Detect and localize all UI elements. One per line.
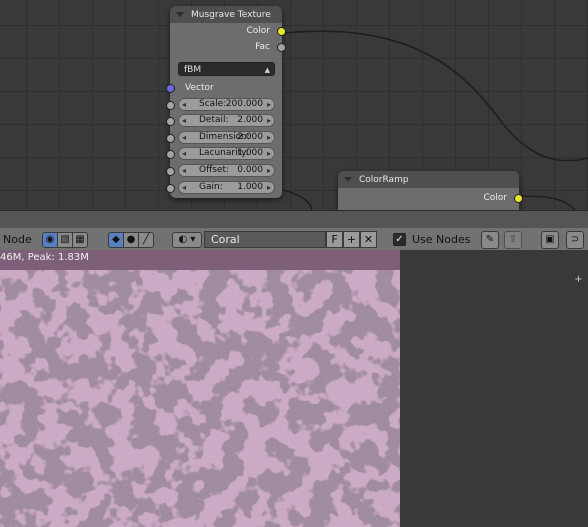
updown-arrows-icon: ▲: [264, 66, 270, 74]
texture-context-sphere-icon[interactable]: ●: [123, 231, 139, 248]
detail-label: Detail:: [199, 115, 229, 125]
dimension-field[interactable]: ◂ Dimension: 2.000 ▸: [166, 131, 275, 144]
output-color-label: Color: [246, 26, 271, 36]
increment-arrow-icon[interactable]: ▸: [267, 115, 271, 126]
node-menu[interactable]: Node: [3, 233, 32, 246]
link-ramp-out: [521, 195, 576, 210]
musgrave-type-value: fBM: [184, 65, 202, 75]
add-icon[interactable]: +: [343, 231, 360, 248]
gain-value: 1.000: [237, 182, 263, 192]
colorramp-output-color-socket[interactable]: [514, 194, 523, 203]
header-divider-strip[interactable]: [0, 211, 588, 229]
texture-datablock-icon[interactable]: ◐ ▾: [172, 231, 202, 248]
texture-context-object-icon[interactable]: ◆: [108, 231, 124, 248]
gain-field[interactable]: ◂ Gain: 1.000 ▸: [166, 181, 275, 194]
decrement-arrow-icon[interactable]: ◂: [182, 99, 186, 110]
texture-name-field[interactable]: Coral: [204, 231, 326, 248]
increment-arrow-icon[interactable]: ▸: [267, 99, 271, 110]
detail-value: 2.000: [237, 115, 263, 125]
render-preview-area[interactable]: 46M, Peak: 1.83M +: [0, 250, 588, 527]
node-editor[interactable]: Musgrave Texture Color Fac fBM ▲ Vector …: [0, 0, 588, 210]
use-nodes-checkbox[interactable]: ✓: [393, 233, 406, 246]
gain-socket[interactable]: [166, 184, 175, 193]
decrement-arrow-icon[interactable]: ◂: [182, 148, 186, 159]
offset-field[interactable]: ◂ Offset: 0.000 ▸: [166, 164, 275, 177]
input-vector-socket[interactable]: [166, 84, 175, 93]
collapse-triangle-icon[interactable]: [344, 177, 352, 182]
link-color-to-ramp: [284, 30, 588, 162]
scale-field[interactable]: ◂ Scale: 200.000 ▸: [166, 98, 275, 111]
parent-icon[interactable]: ⇧: [504, 230, 522, 249]
texture-context-group: ◆ ● ╱: [108, 231, 154, 248]
lacunarity-field[interactable]: ◂ Lacunarity: 1.000 ▸: [166, 147, 275, 160]
output-fac-label: Fac: [255, 42, 270, 52]
increment-arrow-icon[interactable]: ▸: [267, 165, 271, 176]
use-nodes-label: Use Nodes: [412, 233, 471, 246]
input-vector-label: Vector: [185, 83, 214, 93]
decrement-arrow-icon[interactable]: ◂: [182, 182, 186, 193]
decrement-arrow-icon[interactable]: ◂: [182, 132, 186, 143]
region-expand-icon[interactable]: +: [573, 274, 584, 285]
increment-arrow-icon[interactable]: ▸: [267, 132, 271, 143]
render-stats-bar: 46M, Peak: 1.83M: [0, 250, 400, 270]
texture-type-world-icon[interactable]: ▧: [57, 231, 73, 248]
detail-field[interactable]: ◂ Detail: 2.000 ▸: [166, 114, 275, 127]
input-vector-row: Vector: [166, 81, 282, 95]
remove-icon[interactable]: ✕: [360, 231, 377, 248]
scale-socket[interactable]: [166, 101, 175, 110]
colorramp-output-color-label: Color: [483, 193, 508, 203]
texture-type-node-icon[interactable]: ◉: [42, 231, 58, 248]
dimension-socket[interactable]: [166, 134, 175, 143]
offset-socket[interactable]: [166, 167, 175, 176]
gain-label: Gain:: [199, 182, 223, 192]
colorramp-output-color-row: Color: [338, 190, 523, 206]
offset-value: 0.000: [237, 165, 263, 175]
output-fac-socket[interactable]: [277, 43, 286, 52]
collapse-triangle-icon[interactable]: [176, 12, 184, 17]
scale-label: Scale:: [199, 99, 227, 109]
texture-type-checker-icon[interactable]: ▦: [72, 231, 88, 248]
editor-header: Node ◉ ▧ ▦ ◆ ● ╱ ◐ ▾ Coral F + ✕ ✓ Use N…: [0, 210, 588, 251]
output-color-row: Color: [170, 23, 286, 39]
decrement-arrow-icon[interactable]: ◂: [182, 115, 186, 126]
output-color-socket[interactable]: [277, 27, 286, 36]
texture-context-brush-icon[interactable]: ╱: [138, 231, 154, 248]
musgrave-node-title: Musgrave Texture: [191, 9, 271, 20]
decrement-arrow-icon[interactable]: ◂: [182, 165, 186, 176]
colorramp-node-title: ColorRamp: [359, 174, 409, 185]
scale-value: 200.000: [225, 99, 263, 109]
musgrave-node-header[interactable]: Musgrave Texture: [170, 6, 282, 23]
offset-label: Offset:: [199, 165, 230, 175]
colorramp-node-header[interactable]: ColorRamp: [338, 171, 519, 188]
render-preview-icon[interactable]: ▣: [541, 230, 559, 249]
link-fac-down: [282, 189, 313, 210]
output-fac-row: Fac: [170, 39, 286, 55]
detail-socket[interactable]: [166, 117, 175, 126]
coral-texture-render: [0, 270, 400, 527]
musgrave-texture-node[interactable]: Musgrave Texture Color Fac fBM ▲ Vector …: [166, 6, 286, 198]
fake-user-button[interactable]: F: [326, 231, 343, 248]
render-stats-text: 46M, Peak: 1.83M: [0, 252, 89, 263]
texture-toolbar: Node ◉ ▧ ▦ ◆ ● ╱ ◐ ▾ Coral F + ✕ ✓ Use N…: [0, 228, 588, 251]
increment-arrow-icon[interactable]: ▸: [267, 148, 271, 159]
snap-icon[interactable]: ⊃: [566, 230, 584, 249]
texture-type-group: ◉ ▧ ▦: [42, 231, 88, 248]
dimension-value: 2.000: [237, 132, 263, 142]
texture-grain: [0, 270, 400, 527]
increment-arrow-icon[interactable]: ▸: [267, 182, 271, 193]
colorramp-node[interactable]: ColorRamp Color: [338, 171, 523, 210]
lacunarity-value: 1.000: [237, 148, 263, 158]
pin-icon[interactable]: ✎: [481, 230, 499, 249]
lacunarity-socket[interactable]: [166, 150, 175, 159]
musgrave-type-dropdown[interactable]: fBM ▲: [178, 62, 275, 76]
